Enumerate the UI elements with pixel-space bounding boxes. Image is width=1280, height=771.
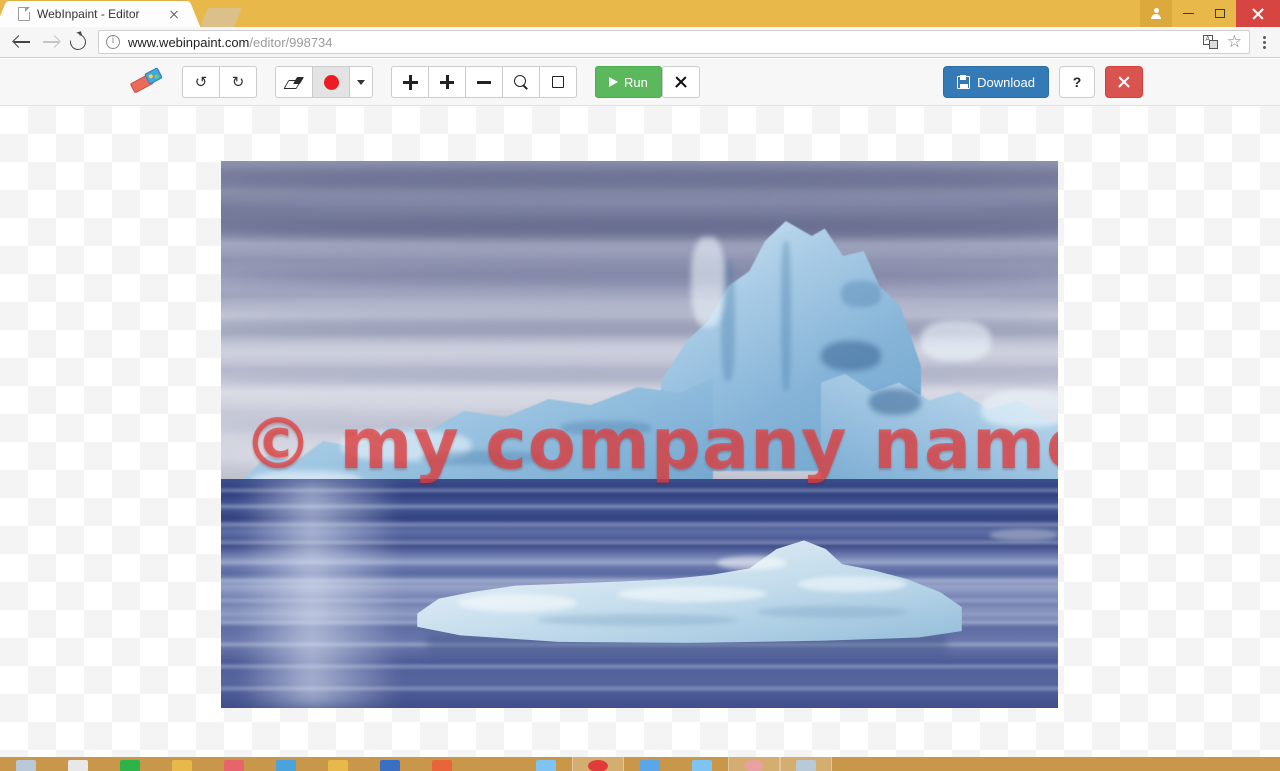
arrow-left-icon[interactable] bbox=[8, 28, 36, 56]
history-button-group: ↺ ↻ bbox=[182, 66, 257, 98]
brush-icon bbox=[286, 76, 302, 89]
new-tab-icon[interactable] bbox=[200, 8, 242, 27]
taskbar-item-active[interactable] bbox=[572, 757, 624, 771]
eraser-logo-icon bbox=[129, 67, 164, 95]
minimize-icon[interactable] bbox=[1172, 0, 1204, 27]
taskbar-item[interactable] bbox=[260, 757, 312, 771]
brush-button-group bbox=[275, 66, 373, 98]
play-icon bbox=[609, 77, 618, 87]
run-button[interactable]: Run bbox=[595, 66, 662, 98]
info-circle-icon[interactable] bbox=[106, 35, 120, 49]
chevron-down-icon bbox=[357, 79, 365, 85]
translate-icon[interactable]: A bbox=[1202, 35, 1218, 49]
star-icon[interactable]: ☆ bbox=[1227, 33, 1242, 50]
taskbar-item[interactable] bbox=[780, 757, 832, 771]
move-icon bbox=[402, 74, 418, 90]
maximize-icon[interactable] bbox=[1204, 0, 1236, 27]
taskbar-item[interactable] bbox=[468, 757, 520, 771]
os-taskbar[interactable] bbox=[0, 757, 1280, 771]
url-path: /editor/998734 bbox=[249, 34, 333, 50]
brush-button[interactable] bbox=[275, 66, 313, 98]
close-icon[interactable] bbox=[1236, 0, 1280, 27]
browser-titlebar: WebInpaint - Editor bbox=[0, 0, 1280, 27]
redo-icon: ↻ bbox=[231, 73, 245, 91]
person-icon[interactable] bbox=[1140, 0, 1172, 27]
taskbar-item[interactable] bbox=[312, 757, 364, 771]
arrow-right-icon[interactable] bbox=[36, 28, 64, 56]
taskbar-item[interactable] bbox=[52, 757, 104, 771]
tab-title: WebInpaint - Editor bbox=[37, 7, 140, 21]
iceberg-photo: © my company name bbox=[221, 161, 1058, 708]
move-button[interactable] bbox=[391, 66, 429, 98]
watermark-text: © my company name bbox=[243, 403, 1058, 485]
download-button-label: Download bbox=[977, 74, 1035, 90]
magnifier-button[interactable] bbox=[502, 66, 540, 98]
taskbar-item[interactable] bbox=[104, 757, 156, 771]
taskbar-item[interactable] bbox=[364, 757, 416, 771]
save-icon bbox=[957, 75, 971, 89]
color-dropdown-button[interactable] bbox=[349, 66, 373, 98]
x-icon bbox=[675, 76, 687, 88]
close-editor-button[interactable] bbox=[1105, 66, 1143, 98]
taskbar-item[interactable] bbox=[728, 757, 780, 771]
fit-to-screen-button[interactable] bbox=[539, 66, 577, 98]
undo-button[interactable]: ↺ bbox=[182, 66, 220, 98]
plus-icon bbox=[440, 75, 454, 89]
taskbar-item[interactable] bbox=[416, 757, 468, 771]
image-canvas[interactable]: © my company name bbox=[221, 161, 1058, 708]
kebab-menu-icon[interactable] bbox=[1256, 35, 1272, 49]
tab-strip: WebInpaint - Editor bbox=[0, 0, 242, 27]
search-icon bbox=[513, 74, 529, 90]
zoom-out-button[interactable] bbox=[465, 66, 503, 98]
taskbar-item[interactable] bbox=[156, 757, 208, 771]
help-button-label: ? bbox=[1072, 74, 1082, 90]
zoom-in-button[interactable] bbox=[428, 66, 466, 98]
close-icon[interactable] bbox=[166, 6, 182, 22]
run-button-label: Run bbox=[624, 74, 648, 90]
cancel-button[interactable] bbox=[661, 66, 700, 98]
minus-icon bbox=[477, 80, 491, 84]
square-icon bbox=[552, 76, 564, 88]
distant-ice bbox=[989, 529, 1058, 541]
editor-workspace[interactable]: © my company name bbox=[0, 106, 1280, 757]
address-bar[interactable]: www.webinpaint.com/editor/998734 A ☆ bbox=[98, 30, 1250, 54]
taskbar-item[interactable] bbox=[676, 757, 728, 771]
help-button[interactable]: ? bbox=[1059, 66, 1095, 98]
download-button[interactable]: Download bbox=[943, 66, 1049, 98]
color-dot-icon bbox=[323, 74, 339, 90]
redo-button[interactable]: ↻ bbox=[219, 66, 257, 98]
url-text: www.webinpaint.com/editor/998734 bbox=[128, 35, 333, 50]
browser-navbar: www.webinpaint.com/editor/998734 A ☆ bbox=[0, 27, 1280, 58]
view-button-group bbox=[391, 66, 577, 98]
url-host: www.webinpaint.com bbox=[128, 34, 250, 50]
taskbar-item[interactable] bbox=[520, 757, 572, 771]
reload-icon[interactable] bbox=[64, 28, 92, 56]
taskbar-item[interactable] bbox=[624, 757, 676, 771]
color-swatch-button[interactable] bbox=[312, 66, 350, 98]
x-icon bbox=[1118, 76, 1130, 88]
undo-icon: ↺ bbox=[194, 73, 208, 91]
browser-tab[interactable]: WebInpaint - Editor bbox=[8, 1, 188, 27]
toolbar-right-group: Download ? bbox=[943, 66, 1143, 98]
taskbar-item[interactable] bbox=[208, 757, 260, 771]
page-icon bbox=[18, 7, 30, 21]
foreground-iceberg bbox=[417, 536, 962, 662]
editor-toolbar: ↺ ↻ Run Download ? bbox=[0, 59, 1280, 106]
taskbar-item[interactable] bbox=[0, 757, 52, 771]
window-controls bbox=[1140, 0, 1280, 27]
